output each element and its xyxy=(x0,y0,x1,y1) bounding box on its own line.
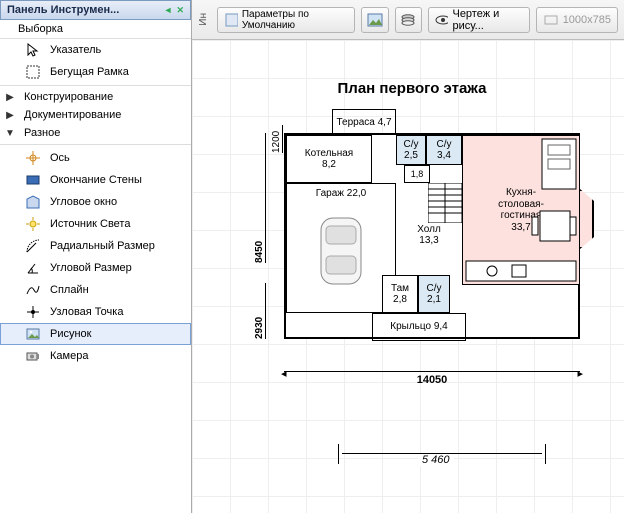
tool-pointer[interactable]: Указатель xyxy=(0,39,191,61)
car-icon xyxy=(306,208,376,298)
floor-plan: План первого этажа 1200 8450 2930 Террас… xyxy=(222,80,602,466)
tool-label: Ось xyxy=(50,152,70,164)
pointer-icon xyxy=(24,42,42,58)
room-garage: Гараж 22,0 xyxy=(286,183,396,313)
drawing-view-button[interactable]: Чертеж и рису... xyxy=(428,7,530,33)
room-terrace: Терраса 4,7 xyxy=(332,109,396,135)
dim-left-1: 8450 xyxy=(252,133,266,263)
tool-label: Рисунок xyxy=(50,328,92,340)
tool-wall-end[interactable]: Окончание Стены xyxy=(0,169,191,191)
collapse-icon[interactable]: ◄ xyxy=(164,5,173,16)
chevron-right-icon: ▶ xyxy=(4,92,16,103)
room-boiler: Котельная8,2 xyxy=(286,135,372,183)
size-label: 1000x785 xyxy=(563,14,611,26)
angle-icon xyxy=(24,260,42,276)
radial-icon xyxy=(24,238,42,254)
group-selection[interactable]: Выборка xyxy=(0,20,191,39)
kitchen-furniture xyxy=(462,135,580,285)
size-icon xyxy=(543,12,559,28)
node-icon xyxy=(24,304,42,320)
tool-label: Угловое окно xyxy=(50,196,117,208)
drawing-canvas[interactable]: План первого этажа 1200 8450 2930 Террас… xyxy=(192,40,624,513)
tool-marquee[interactable]: Бегущая Рамка xyxy=(0,61,191,83)
tool-light[interactable]: Источник Света xyxy=(0,213,191,235)
chevron-right-icon: ▶ xyxy=(4,110,16,121)
tool-label: Угловой Размер xyxy=(50,262,132,274)
eye-icon xyxy=(435,12,449,28)
plan-outline: Терраса 4,7 Котельная8,2 С/у2,5 С/у3,4 1… xyxy=(284,133,580,339)
tool-node[interactable]: Узловая Точка xyxy=(0,301,191,323)
plan-title: План первого этажа xyxy=(222,80,602,97)
axis-icon xyxy=(24,150,42,166)
group-misc[interactable]: ▼ Разное xyxy=(0,124,191,142)
close-panel-icon[interactable]: ✕ xyxy=(176,5,184,16)
stairs-icon xyxy=(428,183,462,223)
tool-radial-dim[interactable]: Радиальный Размер xyxy=(0,235,191,257)
picture-mode-button[interactable] xyxy=(361,7,388,33)
tool-spline[interactable]: Сплайн xyxy=(0,279,191,301)
marquee-icon xyxy=(24,64,42,80)
params-button[interactable]: Параметры по Умолчанию xyxy=(217,7,355,33)
dim-left-2: 2930 xyxy=(252,283,266,339)
wall-end-icon xyxy=(24,172,42,188)
tool-panel: Панель Инструмен... ◄ ✕ Выборка Указател… xyxy=(0,0,192,513)
tool-label: Радиальный Размер xyxy=(50,240,155,252)
room-wc3: С/у2,1 xyxy=(418,275,450,313)
tool-label: Бегущая Рамка xyxy=(50,66,129,78)
picture-icon xyxy=(24,326,42,342)
picture-icon xyxy=(367,12,383,28)
tool-picture[interactable]: Рисунок xyxy=(0,323,191,345)
light-icon xyxy=(24,216,42,232)
tool-label: Источник Света xyxy=(50,218,130,230)
corner-window-icon xyxy=(24,194,42,210)
group-label: Документирование xyxy=(24,109,121,121)
room-closet: 1,8 xyxy=(404,165,430,183)
dim-top-small: 1200 xyxy=(270,125,283,153)
dim-bottom: 14050 xyxy=(284,374,580,386)
room-wc1: С/у2,5 xyxy=(396,135,426,165)
tool-camera[interactable]: Камера xyxy=(0,345,191,367)
camera-icon xyxy=(24,348,42,364)
tool-panel-title: Панель Инструмен... xyxy=(7,4,119,16)
tool-axis[interactable]: Ось xyxy=(0,147,191,169)
tool-label: Окончание Стены xyxy=(50,174,142,186)
tool-label: Сплайн xyxy=(50,284,89,296)
bay-window xyxy=(580,189,594,249)
layers-icon xyxy=(400,12,416,28)
room-wc2: С/у3,4 xyxy=(426,135,462,165)
chevron-down-icon: ▼ xyxy=(4,128,16,139)
size-display[interactable]: 1000x785 xyxy=(536,7,618,33)
params-icon xyxy=(224,12,238,28)
extra-dim-label: 5 460 xyxy=(418,454,454,466)
room-tambour: Там2,8 xyxy=(382,275,418,313)
tool-label: Камера xyxy=(50,350,88,362)
top-toolbar: Ин Параметры по Умолчанию Чертеж и рису.… xyxy=(192,0,624,40)
tool-label: Указатель xyxy=(50,44,101,56)
tool-label: Узловая Точка xyxy=(50,306,123,318)
room-porch: Крыльцо 9,4 xyxy=(372,313,466,341)
tool-panel-header[interactable]: Панель Инструмен... ◄ ✕ xyxy=(0,0,191,20)
extra-dimension: 5 460 xyxy=(342,453,542,466)
spline-icon xyxy=(24,282,42,298)
group-label: Конструирование xyxy=(24,91,113,103)
group-construct[interactable]: ▶ Конструирование xyxy=(0,88,191,106)
group-label: Разное xyxy=(24,127,60,139)
drawing-label: Чертеж и рису... xyxy=(452,8,522,32)
group-document[interactable]: ▶ Документирование xyxy=(0,106,191,124)
tool-angle-dim[interactable]: Угловой Размер xyxy=(0,257,191,279)
side-label: Ин xyxy=(198,13,209,26)
layers-button[interactable] xyxy=(395,7,422,33)
params-label: Параметры по Умолчанию xyxy=(242,9,349,31)
tool-corner-window[interactable]: Угловое окно xyxy=(0,191,191,213)
